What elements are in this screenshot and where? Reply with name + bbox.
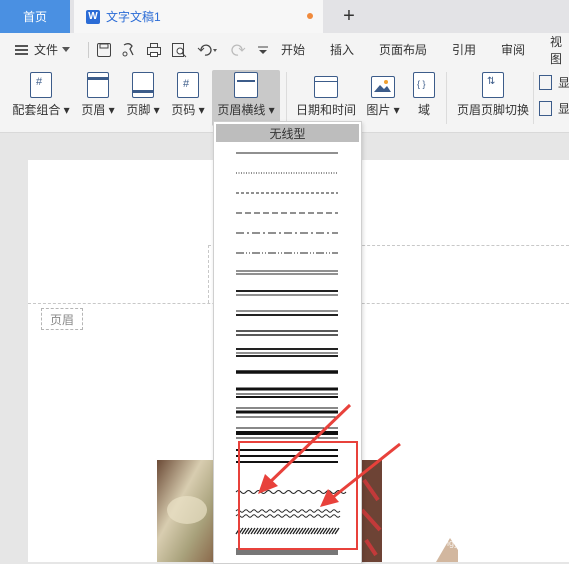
red-arrow-icon <box>258 403 352 494</box>
watermark-text: Bai du 经验 <box>440 516 537 536</box>
red-arrow-icon <box>320 442 401 507</box>
watermark-subtext: jingyan.baidu.com <box>440 538 513 548</box>
annotation-arrows <box>258 403 401 507</box>
baidu-watermark: Bai du 经验 jingyan.baidu.com <box>440 512 536 548</box>
